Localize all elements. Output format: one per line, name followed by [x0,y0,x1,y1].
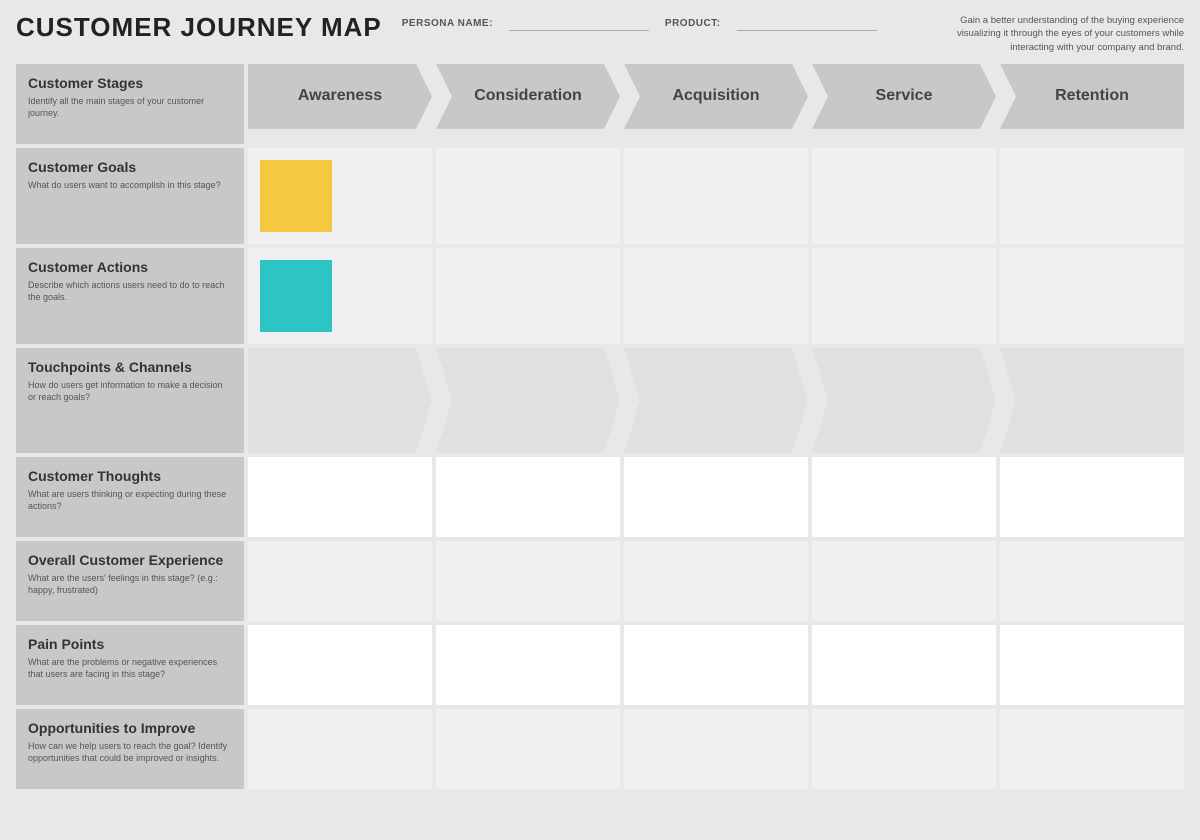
label-overall-experience: Overall Customer Experience What are the… [16,541,244,621]
persona-input[interactable] [509,16,649,31]
label-touchpoints: Touchpoints & Channels How do users get … [16,348,244,453]
experience-acquisition[interactable] [624,541,808,621]
experience-awareness[interactable] [248,541,432,621]
actions-acquisition[interactable] [624,248,808,344]
pain-acquisition[interactable] [624,625,808,705]
actions-consideration[interactable] [436,248,620,344]
opportunities-awareness[interactable] [248,709,432,789]
row-title-thoughts: Customer Thoughts [28,467,232,485]
pain-awareness[interactable] [248,625,432,705]
experience-retention[interactable] [1000,541,1184,621]
row-desc-thoughts: What are users thinking or expecting dur… [28,489,232,512]
opportunities-retention[interactable] [1000,709,1184,789]
goals-awareness[interactable] [248,148,432,244]
goals-retention[interactable] [1000,148,1184,244]
thoughts-awareness[interactable] [248,457,432,537]
sticky-note-yellow [260,160,332,232]
row-desc-stages: Identify all the main stages of your cus… [28,96,232,119]
pain-service[interactable] [812,625,996,705]
label-customer-goals: Customer Goals What do users want to acc… [16,148,244,244]
product-input[interactable] [737,16,877,31]
goals-consideration[interactable] [436,148,620,244]
thoughts-retention[interactable] [1000,457,1184,537]
label-customer-actions: Customer Actions Describe which actions … [16,248,244,344]
experience-consideration[interactable] [436,541,620,621]
row-desc-pain: What are the problems or negative experi… [28,657,232,680]
persona-label: PERSONA NAME: [402,18,493,29]
page-title: CUSTOMER JOURNEY MAP [16,12,382,43]
label-customer-stages: Customer Stages Identify all the main st… [16,64,244,144]
goals-acquisition[interactable] [624,148,808,244]
opportunities-acquisition[interactable] [624,709,808,789]
sticky-note-teal [260,260,332,332]
page-wrapper: CUSTOMER JOURNEY MAP PERSONA NAME: PRODU… [0,0,1200,805]
label-opportunities: Opportunities to Improve How can we help… [16,709,244,789]
row-desc-goals: What do users want to accomplish in this… [28,180,232,192]
actions-service[interactable] [812,248,996,344]
label-customer-thoughts: Customer Thoughts What are users thinkin… [16,457,244,537]
stage-consideration: Consideration [436,64,620,129]
header-fields: PERSONA NAME: PRODUCT: [402,12,877,31]
stage-awareness: Awareness [248,64,432,129]
row-desc-actions: Describe which actions users need to do … [28,280,232,303]
thoughts-service[interactable] [812,457,996,537]
pain-retention[interactable] [1000,625,1184,705]
row-desc-experience: What are the users' feelings in this sta… [28,573,232,596]
stage-acquisition: Acquisition [624,64,808,129]
label-pain-points: Pain Points What are the problems or neg… [16,625,244,705]
stage-service: Service [812,64,996,129]
actions-awareness[interactable] [248,248,432,344]
row-title-experience: Overall Customer Experience [28,551,232,569]
experience-service[interactable] [812,541,996,621]
row-title-actions: Customer Actions [28,258,232,276]
header-description: Gain a better understanding of the buyin… [924,12,1184,54]
header: CUSTOMER JOURNEY MAP PERSONA NAME: PRODU… [16,12,1184,54]
touchpoints-service[interactable] [812,348,996,453]
thoughts-consideration[interactable] [436,457,620,537]
row-title-stages: Customer Stages [28,74,232,92]
opportunities-service[interactable] [812,709,996,789]
row-title-pain: Pain Points [28,635,232,653]
row-desc-touchpoints: How do users get information to make a d… [28,380,232,403]
pain-consideration[interactable] [436,625,620,705]
row-title-opportunities: Opportunities to Improve [28,719,232,737]
touchpoints-retention[interactable] [1000,348,1184,453]
stage-retention: Retention [1000,64,1184,129]
touchpoints-acquisition[interactable] [624,348,808,453]
row-desc-opportunities: How can we help users to reach the goal?… [28,741,232,764]
thoughts-acquisition[interactable] [624,457,808,537]
opportunities-consideration[interactable] [436,709,620,789]
goals-service[interactable] [812,148,996,244]
product-label: PRODUCT: [665,18,721,29]
touchpoints-awareness[interactable] [248,348,432,453]
touchpoints-consideration[interactable] [436,348,620,453]
row-title-touchpoints: Touchpoints & Channels [28,358,232,376]
row-title-goals: Customer Goals [28,158,232,176]
actions-retention[interactable] [1000,248,1184,344]
journey-map-grid: Customer Stages Identify all the main st… [16,64,1184,789]
